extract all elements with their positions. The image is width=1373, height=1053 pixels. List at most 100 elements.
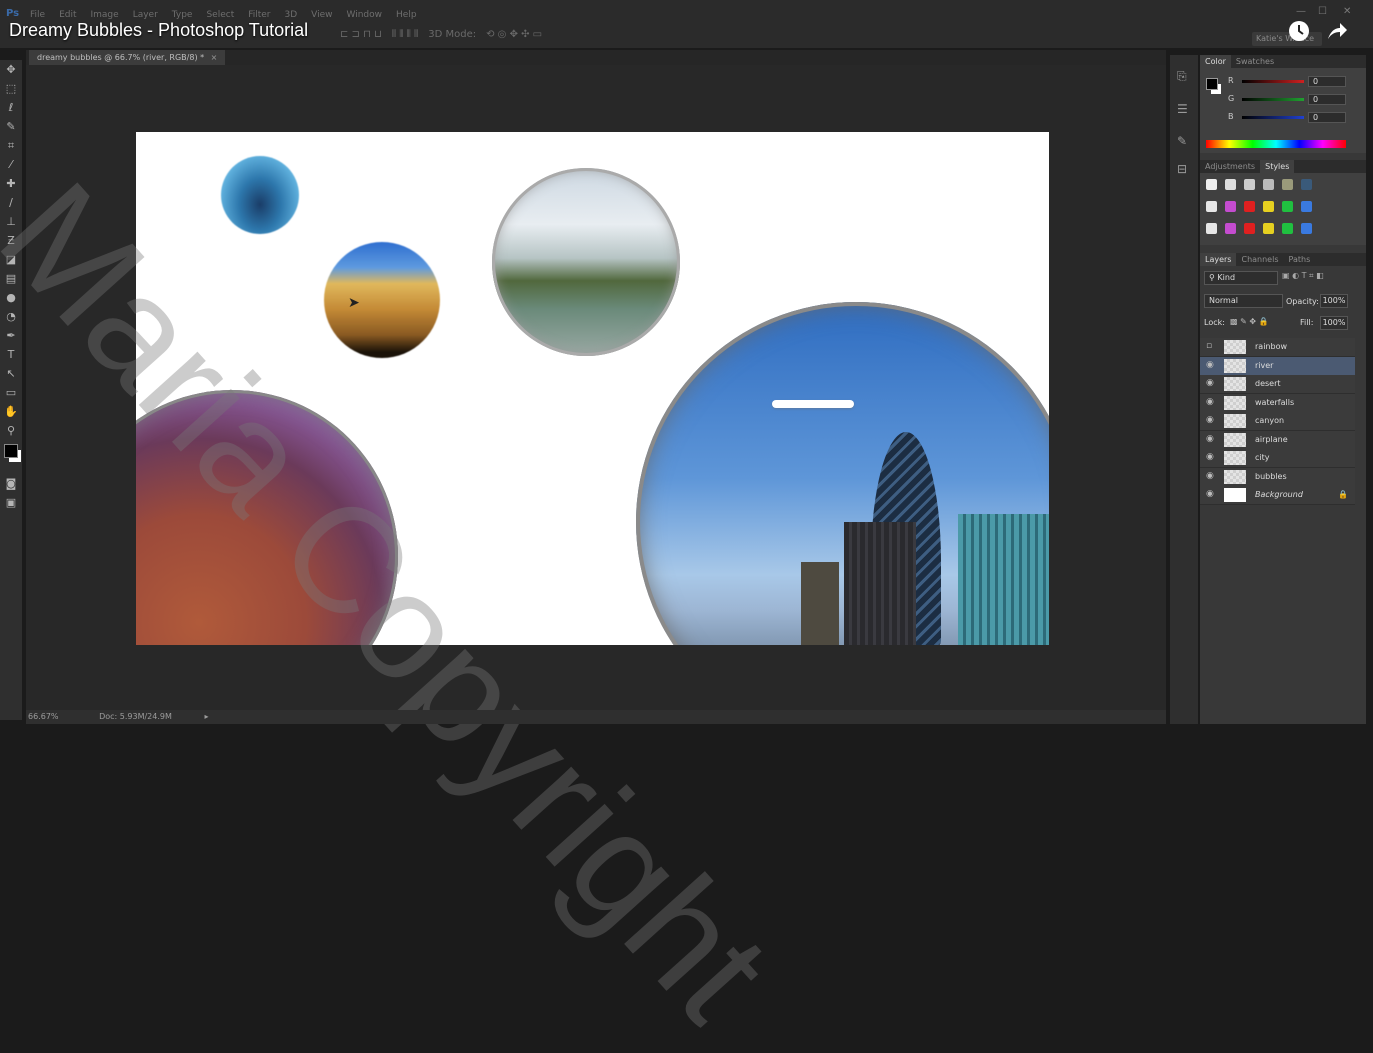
workspace-switcher[interactable]: Katie's W...ace bbox=[1252, 32, 1322, 46]
visibility-eye-icon[interactable]: ◉ bbox=[1206, 489, 1214, 499]
color-slider-track[interactable] bbox=[1242, 80, 1304, 83]
menu-item-view[interactable]: View bbox=[311, 10, 332, 20]
style-swatch[interactable] bbox=[1282, 201, 1293, 212]
document-tab[interactable]: dreamy bubbles @ 66.7% (river, RGB/8) * … bbox=[29, 50, 226, 65]
menu-item-edit[interactable]: Edit bbox=[59, 10, 76, 20]
blur-tool-icon[interactable]: ● bbox=[0, 288, 22, 307]
opacity-input[interactable]: 100% bbox=[1320, 294, 1348, 308]
layer-filter[interactable]: ⚲ Kind bbox=[1204, 271, 1278, 285]
blend-mode-select[interactable]: Normal bbox=[1204, 294, 1283, 308]
status-menu-arrow-icon[interactable]: ▸ bbox=[204, 712, 208, 721]
tab-layers[interactable]: Layers bbox=[1200, 253, 1237, 266]
style-swatch[interactable] bbox=[1225, 179, 1236, 190]
brush-presets-icon[interactable]: ✎ bbox=[1177, 134, 1198, 148]
color-swatches[interactable] bbox=[0, 440, 22, 474]
tab-swatches[interactable]: Swatches bbox=[1231, 55, 1279, 68]
document-canvas[interactable]: ➤ bbox=[136, 132, 1049, 645]
eraser-tool-icon[interactable]: ◪ bbox=[0, 250, 22, 269]
hand-tool-icon[interactable]: ✋ bbox=[0, 402, 22, 421]
style-swatch[interactable] bbox=[1244, 179, 1255, 190]
style-swatch[interactable] bbox=[1206, 223, 1217, 234]
properties-icon[interactable]: ☰ bbox=[1177, 102, 1198, 116]
tab-close-icon[interactable]: × bbox=[211, 53, 218, 62]
color-channel-value[interactable]: 0 bbox=[1308, 112, 1346, 123]
marquee-tool-icon[interactable]: ⬚ bbox=[0, 79, 22, 98]
lasso-tool-icon[interactable]: ℓ bbox=[0, 98, 22, 117]
filter-icons[interactable]: ▣ ◐ T ⌗ ◧ bbox=[1282, 271, 1324, 281]
style-swatch[interactable] bbox=[1244, 223, 1255, 234]
minimize-button[interactable]: — bbox=[1296, 6, 1306, 17]
visibility-eye-icon[interactable]: ◉ bbox=[1206, 434, 1214, 444]
layer-row[interactable]: ◉ waterfalls bbox=[1200, 393, 1355, 413]
style-swatch[interactable] bbox=[1282, 179, 1293, 190]
style-swatch[interactable] bbox=[1263, 223, 1274, 234]
layer-row[interactable]: ◉ canyon bbox=[1200, 412, 1355, 431]
history-icon[interactable]: ⎘ bbox=[1177, 69, 1198, 84]
lock-icons[interactable]: ▩ ✎ ✥ 🔒 bbox=[1230, 317, 1269, 326]
color-slider-b[interactable]: B0 bbox=[1228, 112, 1360, 126]
clock-icon[interactable] bbox=[1288, 20, 1310, 42]
quick-mask-icon[interactable]: ◙ bbox=[0, 474, 22, 493]
fg-color-swatch[interactable] bbox=[1206, 78, 1218, 90]
tab-color[interactable]: Color bbox=[1200, 55, 1231, 68]
layer-row[interactable]: ◉ airplane bbox=[1200, 430, 1355, 450]
style-swatch[interactable] bbox=[1301, 201, 1312, 212]
distribute-icons[interactable]: ⫴ ⫴ ⫴ ⫴ bbox=[392, 29, 418, 40]
color-slider-track[interactable] bbox=[1242, 98, 1304, 101]
menu-item-file[interactable]: File bbox=[30, 10, 45, 20]
quick-select-tool-icon[interactable]: ✎ bbox=[0, 117, 22, 136]
menu-item-type[interactable]: Type bbox=[172, 10, 193, 20]
maximize-button[interactable]: ☐ bbox=[1318, 6, 1327, 17]
pen-tool-icon[interactable]: ✒ bbox=[0, 326, 22, 345]
style-swatch[interactable] bbox=[1301, 223, 1312, 234]
eyedropper-tool-icon[interactable]: ⁄ bbox=[0, 155, 22, 174]
layer-row[interactable]: ◉ Background 🔒 bbox=[1200, 486, 1355, 505]
tab-channels[interactable]: Channels bbox=[1236, 253, 1283, 266]
gradient-tool-icon[interactable]: ▤ bbox=[0, 269, 22, 288]
menu-item-image[interactable]: Image bbox=[91, 10, 119, 20]
brush-tool-icon[interactable]: ∕ bbox=[0, 193, 22, 212]
visibility-eye-icon[interactable]: ◉ bbox=[1206, 415, 1214, 425]
healing-tool-icon[interactable]: ✚ bbox=[0, 174, 22, 193]
visibility-eye-icon[interactable]: ◉ bbox=[1206, 397, 1214, 407]
style-swatch[interactable] bbox=[1301, 179, 1312, 190]
zoom-tool-icon[interactable]: ⚲ bbox=[0, 421, 22, 440]
visibility-eye-icon[interactable]: ◉ bbox=[1206, 452, 1214, 462]
style-swatch[interactable] bbox=[1282, 223, 1293, 234]
type-tool-icon[interactable]: T bbox=[0, 345, 22, 364]
close-button[interactable]: ✕ bbox=[1343, 6, 1351, 17]
menu-item-window[interactable]: Window bbox=[347, 10, 383, 20]
tab-styles[interactable]: Styles bbox=[1260, 160, 1295, 173]
style-swatch[interactable] bbox=[1206, 201, 1217, 212]
color-slider-track[interactable] bbox=[1242, 116, 1304, 119]
fill-input[interactable]: 100% bbox=[1320, 316, 1348, 330]
layer-row[interactable]: ▫ rainbow bbox=[1200, 338, 1355, 357]
visibility-eye-icon[interactable]: ▫ bbox=[1206, 341, 1212, 351]
color-channel-value[interactable]: 0 bbox=[1308, 94, 1346, 105]
color-slider-g[interactable]: G0 bbox=[1228, 94, 1360, 108]
layer-row[interactable]: ◉ bubbles bbox=[1200, 467, 1355, 487]
visibility-eye-icon[interactable]: ◉ bbox=[1206, 471, 1214, 481]
style-swatch[interactable] bbox=[1225, 223, 1236, 234]
history-brush-icon[interactable]: Ƶ bbox=[0, 231, 22, 250]
style-swatch[interactable] bbox=[1225, 201, 1236, 212]
style-swatch[interactable] bbox=[1263, 201, 1274, 212]
foreground-color[interactable] bbox=[4, 444, 18, 458]
menu-item-3d[interactable]: 3D bbox=[285, 10, 298, 20]
style-swatch[interactable] bbox=[1206, 179, 1217, 190]
screen-mode-icon[interactable]: ▣ bbox=[0, 493, 22, 512]
tool-presets-icon[interactable]: ⊟ bbox=[1177, 162, 1198, 176]
menu-item-help[interactable]: Help bbox=[396, 10, 417, 20]
menu-item-select[interactable]: Select bbox=[206, 10, 234, 20]
share-arrow-icon[interactable] bbox=[1326, 20, 1348, 42]
color-spectrum[interactable] bbox=[1206, 140, 1346, 148]
menu-item-filter[interactable]: Filter bbox=[248, 10, 270, 20]
tab-adjustments[interactable]: Adjustments bbox=[1200, 160, 1260, 173]
3d-mode-icons[interactable]: ⟲ ◎ ✥ ✣ ▭ bbox=[486, 29, 542, 40]
crop-tool-icon[interactable]: ⌗ bbox=[0, 136, 22, 155]
color-slider-r[interactable]: R0 bbox=[1228, 76, 1360, 90]
style-swatch[interactable] bbox=[1244, 201, 1255, 212]
visibility-eye-icon[interactable]: ◉ bbox=[1206, 378, 1214, 388]
color-channel-value[interactable]: 0 bbox=[1308, 76, 1346, 87]
layer-row[interactable]: ◉ river bbox=[1200, 356, 1355, 376]
